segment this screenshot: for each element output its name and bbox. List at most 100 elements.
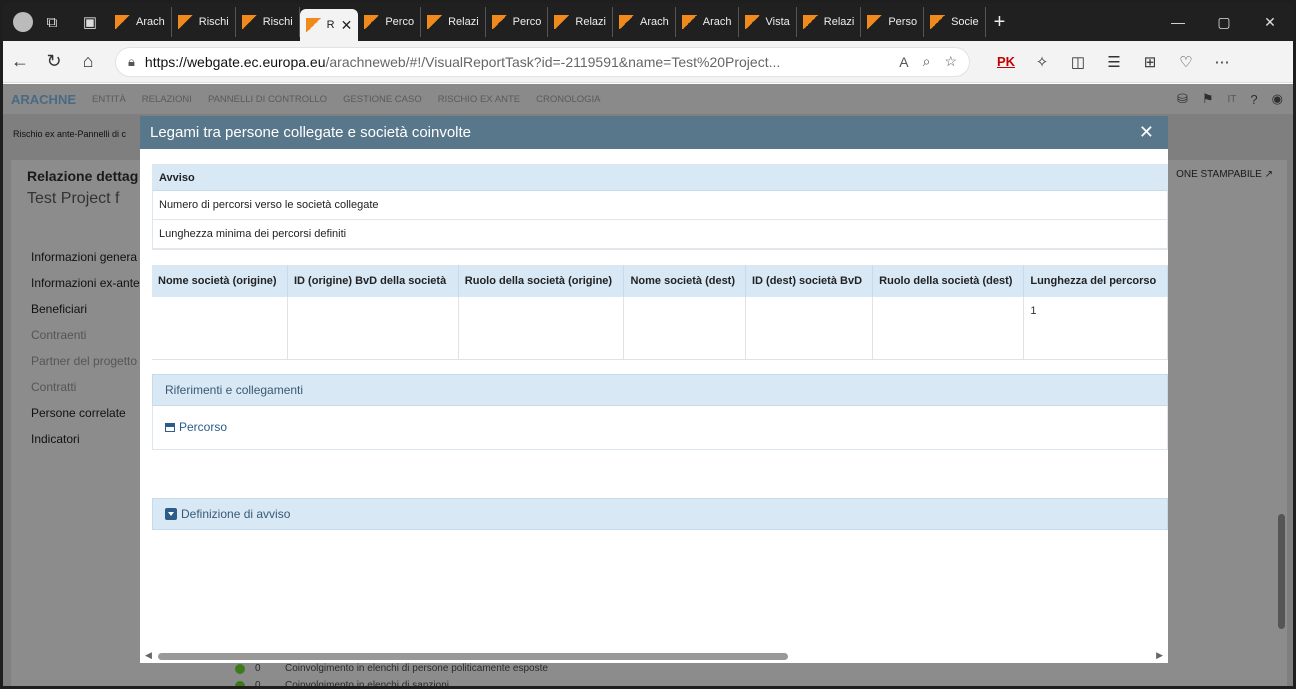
side-menu-item[interactable]: Beneficiari <box>31 302 140 318</box>
column-header[interactable]: ID (dest) società BvD <box>745 265 874 297</box>
extensions-icon[interactable]: ✧ <box>1024 53 1060 71</box>
table-cell <box>152 297 288 360</box>
horizontal-scroll-thumb[interactable] <box>158 653 788 660</box>
workspaces-icon[interactable]: ⧉ <box>41 11 63 33</box>
column-header[interactable]: ID (origine) BvD della società <box>287 265 459 297</box>
browser-tab[interactable]: Relazi <box>421 7 486 37</box>
browser-tab[interactable]: R ✕ <box>299 9 359 41</box>
maximize-icon[interactable]: ▢ <box>1201 14 1247 31</box>
expand-icon <box>165 508 177 520</box>
table-cell <box>745 297 874 360</box>
references-body: Percorso <box>152 405 1168 450</box>
collections-icon[interactable]: ⊞ <box>1132 53 1168 71</box>
browser-essentials-icon[interactable]: ♡ <box>1168 53 1204 71</box>
side-menu-item[interactable]: Informazioni ex-ante <box>31 276 140 292</box>
address-toolbar: ← ↻ ⌂ 🔒︎ https://webgate.ec.europa.eu/ar… <box>3 41 1293 83</box>
browser-tab[interactable]: Arach <box>613 7 676 37</box>
arachne-favicon-icon <box>619 15 635 29</box>
percorso-link-label: Percorso <box>179 420 228 434</box>
definition-toggle[interactable]: Definizione di avviso <box>152 498 1168 530</box>
help-icon[interactable]: ? <box>1250 92 1257 107</box>
arachne-logo: ARACHNE <box>11 91 76 107</box>
side-menu-item[interactable]: Partner del progetto <box>31 354 140 370</box>
side-menu-item[interactable]: Indicatori <box>31 432 140 448</box>
browser-tab[interactable]: Rischi <box>172 7 236 37</box>
tab-label: Socie <box>951 16 979 28</box>
language-select[interactable]: IT <box>1228 94 1237 105</box>
browser-tab[interactable]: Socie <box>924 7 986 37</box>
column-header[interactable]: Nome società (origine) <box>152 265 288 297</box>
side-menu-item[interactable]: Informazioni genera <box>31 250 140 266</box>
side-menu-item[interactable]: Contratti <box>31 380 140 396</box>
nav-item[interactable]: PANNELLI DI CONTROLLO <box>208 94 327 105</box>
scroll-right-icon[interactable]: ▶ <box>1156 650 1163 661</box>
main-nav: ENTITÀ RELAZIONI PANNELLI DI CONTROLLO GEST… <box>92 94 617 105</box>
browser-tab[interactable]: Relazi <box>797 7 862 37</box>
indicator-count: 0 <box>255 680 261 689</box>
scroll-left-icon[interactable]: ◀ <box>145 650 152 661</box>
nav-item[interactable]: RISCHIO EX ANTE <box>438 94 520 105</box>
column-header[interactable]: Nome società (dest) <box>623 265 746 297</box>
favorites-icon[interactable]: ☰ <box>1096 53 1132 71</box>
arachne-favicon-icon <box>681 15 698 29</box>
arachne-favicon-icon <box>491 15 508 29</box>
notifications-icon[interactable]: ⚑ <box>1202 91 1214 107</box>
tab-label: Arach <box>702 16 732 28</box>
home-icon[interactable]: ⌂ <box>71 51 105 72</box>
address-field[interactable]: 🔒︎ https://webgate.ec.europa.eu/arachnew… <box>115 46 970 77</box>
browser-tab[interactable]: Vista <box>739 7 797 37</box>
back-icon[interactable]: ← <box>3 51 37 72</box>
minimize-icon[interactable]: — <box>1155 14 1201 31</box>
avviso-row: Numero di percorsi verso le società coll… <box>153 191 1167 220</box>
browser-tab[interactable]: Relazi <box>548 7 613 37</box>
column-header[interactable]: Ruolo della società (dest) <box>872 265 1025 297</box>
nav-right-tools: ⛁ ⚑ IT ? ◉ <box>1177 91 1283 107</box>
tab-label: Relazi <box>448 16 479 28</box>
favorite-star-icon[interactable]: ☆ <box>944 53 957 70</box>
side-menu-item[interactable]: Persone correlate <box>31 406 140 422</box>
tab-label: Perso <box>888 16 918 28</box>
table-body: 1 <box>152 297 1168 360</box>
nav-item[interactable]: RELAZIONI <box>142 94 192 105</box>
read-aloud-icon[interactable]: A <box>899 54 908 70</box>
browser-tab[interactable]: Arach <box>109 7 172 37</box>
avviso-row: Lunghezza minima dei percorsi definiti <box>153 220 1167 249</box>
browser-tab[interactable]: Perco <box>358 7 422 37</box>
profile-avatar-icon[interactable] <box>13 12 33 32</box>
nav-item[interactable]: CRONOLOGIA <box>536 94 600 105</box>
window-controls: — ▢ ✕ <box>1155 14 1293 31</box>
browser-tab[interactable]: Rischi <box>236 7 300 37</box>
percorso-link[interactable]: Percorso <box>165 420 227 434</box>
zoom-icon[interactable]: ⌕ <box>923 53 931 70</box>
user-icon[interactable]: ◉ <box>1272 91 1283 107</box>
breadcrumb[interactable]: Rischio ex ante-Pannelli di c <box>13 129 126 139</box>
page-scrollbar-thumb[interactable] <box>1278 514 1285 629</box>
arachne-favicon-icon <box>427 15 444 29</box>
split-screen-icon[interactable]: ◫ <box>1060 53 1096 71</box>
printable-version-link[interactable]: ONE STAMPABILE ↗ <box>1176 169 1273 180</box>
close-tab-icon[interactable]: ✕ <box>341 17 353 34</box>
more-menu-icon[interactable]: ⋯ <box>1204 53 1240 71</box>
new-tab-button[interactable]: + <box>994 11 1006 34</box>
column-header[interactable]: Ruolo della società (origine) <box>458 265 625 297</box>
graph-icon <box>165 422 175 432</box>
nav-item[interactable]: ENTITÀ <box>92 94 126 105</box>
close-icon[interactable]: ✕ <box>1139 122 1154 143</box>
extension-pk-badge[interactable]: PK <box>988 54 1024 69</box>
browser-tab[interactable]: Arach <box>676 7 739 37</box>
avviso-section: Avviso Numero di percorsi verso le socie… <box>152 164 1168 250</box>
basket-icon[interactable]: ⛁ <box>1177 91 1188 107</box>
tabs-strip: Arach Rischi Rischi R ✕ Perco Relazi Perco Relaz… <box>109 3 986 41</box>
browser-tab[interactable]: Perso <box>861 7 925 37</box>
column-header[interactable]: Lunghezza del percorso <box>1023 265 1168 297</box>
refresh-icon[interactable]: ↻ <box>37 51 71 72</box>
modal-header: Legami tra persone collegate e società c… <box>140 116 1168 149</box>
nav-item[interactable]: GESTIONE CASO <box>343 94 422 105</box>
arachne-favicon-icon <box>744 15 761 29</box>
tab-actions-icon[interactable]: ▣ <box>79 11 101 33</box>
close-window-icon[interactable]: ✕ <box>1247 14 1293 31</box>
modal-horizontal-scrollbar[interactable]: ◀ ▶ <box>140 649 1168 663</box>
site-info-icon[interactable]: 🔒︎ <box>128 54 135 70</box>
side-menu-item[interactable]: Contraenti <box>31 328 140 344</box>
browser-tab[interactable]: Perco <box>486 7 549 37</box>
